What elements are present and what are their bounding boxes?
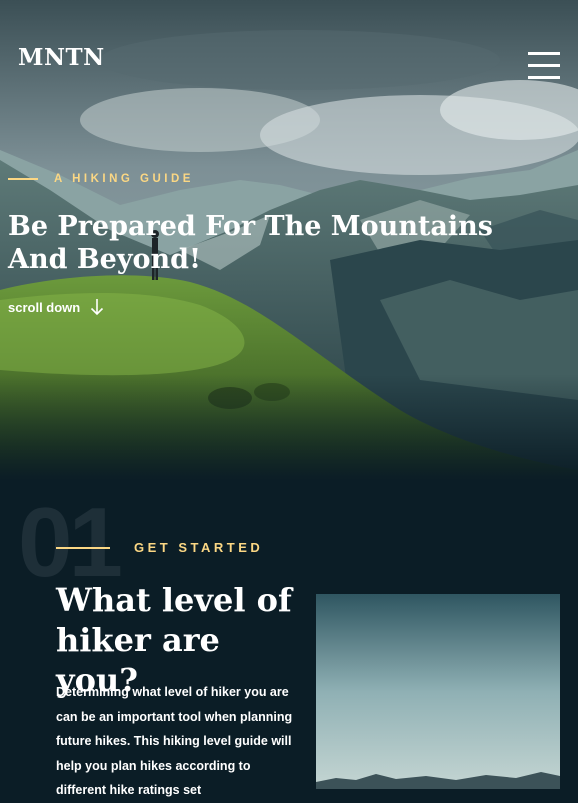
logo[interactable]: MNTN: [18, 44, 105, 71]
hero-eyebrow-text: A HIKING GUIDE: [54, 173, 194, 185]
section-eyebrow: GET STARTED: [56, 540, 263, 555]
section-body-text: Determining what level of hiker you are …: [56, 685, 293, 797]
hero-section: MNTN A HIKING GUIDE Be Prepared For The …: [0, 0, 578, 480]
eyebrow-divider: [56, 546, 110, 549]
scroll-down-link[interactable]: scroll down: [8, 298, 104, 316]
section-photo: [316, 594, 560, 789]
section-eyebrow-text: GET STARTED: [134, 540, 264, 555]
section-photo-image: [316, 594, 560, 789]
eyebrow-divider: [8, 178, 38, 180]
hamburger-menu-icon[interactable]: [528, 52, 560, 80]
arrow-down-icon: [91, 299, 104, 316]
scroll-down-label: scroll down: [8, 299, 81, 315]
hero-title: Be Prepared For The Mountains And Beyond…: [8, 211, 493, 275]
hero-eyebrow: A HIKING GUIDE: [8, 173, 194, 185]
